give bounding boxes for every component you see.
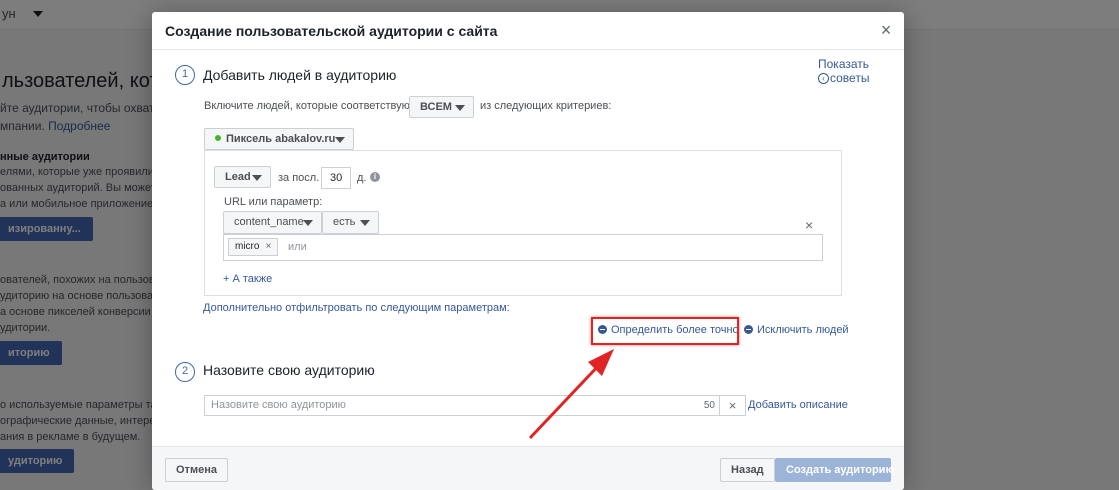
param-select-value: content_name <box>234 216 304 228</box>
chevron-down-icon <box>252 175 262 181</box>
add-description-link[interactable]: Добавить описание <box>748 399 848 411</box>
dialog-header: Создание пользовательской аудитории с са… <box>152 12 904 50</box>
operator-select[interactable]: есть <box>322 211 379 234</box>
dialog-title: Создание пользовательской аудитории с са… <box>165 23 498 39</box>
cancel-button[interactable]: Отмена <box>165 458 228 482</box>
url-value-input[interactable]: micro × или <box>223 234 823 261</box>
dialog-footer: Отмена Назад Создать аудиторию <box>152 446 904 490</box>
info-icon[interactable]: i <box>370 172 380 182</box>
operator-select-value: есть <box>333 216 356 228</box>
back-button[interactable]: Назад <box>720 458 775 482</box>
add-also-link[interactable]: + А также <box>223 273 272 285</box>
step-number: 1 <box>175 65 195 85</box>
show-tips-link[interactable]: Показать ‹ советы <box>818 57 869 85</box>
create-website-audience-dialog: Создание пользовательской аудитории с са… <box>152 12 904 490</box>
filter-more-link[interactable]: Дополнительно отфильтровать по следующим… <box>203 302 510 314</box>
remove-tag-icon[interactable]: × <box>265 241 271 252</box>
chevron-left-icon: ‹ <box>818 72 829 84</box>
chevron-down-icon <box>303 220 313 226</box>
url-value-tag: micro × <box>228 238 279 256</box>
tips-line: советы <box>830 71 870 85</box>
param-select[interactable]: content_name <box>223 211 322 234</box>
chevron-down-icon <box>335 137 345 143</box>
chevron-down-icon <box>455 105 465 111</box>
clear-icon[interactable]: × <box>720 395 746 416</box>
exclude-people-link[interactable]: Исключить людей <box>744 324 849 336</box>
tag-label: micro <box>235 241 260 252</box>
days-input[interactable]: 30 <box>321 167 351 189</box>
step-title: Назовите свою аудиторию <box>203 362 375 378</box>
audience-name-input[interactable]: Назовите свою аудиторию 50 <box>204 395 720 416</box>
step-number: 2 <box>175 362 195 382</box>
days-unit: д. <box>357 172 367 184</box>
char-count: 50 <box>703 400 715 411</box>
event-select[interactable]: Lead <box>214 166 271 188</box>
pixel-select-value: Пиксель abakalov.ru <box>226 133 336 145</box>
match-select-value: ВСЕМ <box>420 101 452 113</box>
match-select[interactable]: ВСЕМ <box>409 96 474 118</box>
pixel-status-icon <box>215 135 221 142</box>
step-title: Добавить людей в аудиторию <box>203 67 397 83</box>
or-placeholder: или <box>288 241 307 253</box>
pixel-select[interactable]: Пиксель abakalov.ru <box>204 128 354 150</box>
url-param-label: URL или параметр: <box>224 196 323 208</box>
for-last-label: за посл. <box>278 172 320 184</box>
highlight-box <box>591 317 739 345</box>
create-audience-button[interactable]: Создать аудиторию <box>775 458 895 482</box>
remove-row-icon[interactable]: × <box>805 217 813 233</box>
name-placeholder: Назовите свою аудиторию <box>211 399 346 411</box>
chevron-down-icon <box>360 220 370 226</box>
tips-line: Показать <box>818 57 870 71</box>
include-label: Включите людей, которые соответствуют <box>204 100 415 112</box>
minus-circle-icon <box>744 324 753 334</box>
criteria-label: из следующих критериев: <box>480 100 612 112</box>
event-select-value: Lead <box>225 171 251 183</box>
close-icon[interactable]: × <box>876 20 896 40</box>
